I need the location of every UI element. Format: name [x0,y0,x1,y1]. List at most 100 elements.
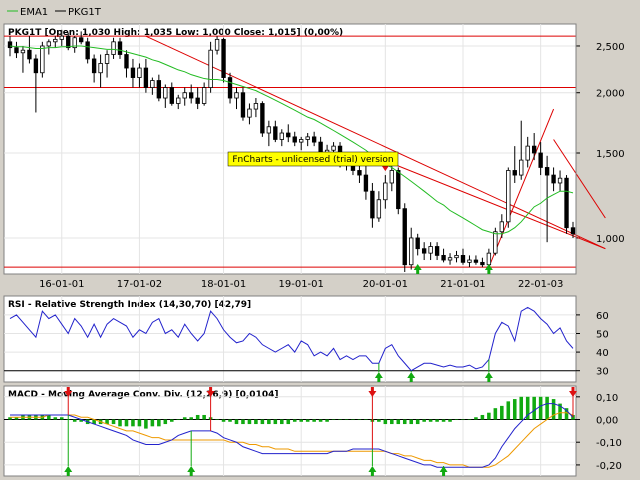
macd-histogram-bar [487,412,491,420]
candle-body [331,145,336,151]
candle-body [402,208,407,266]
candle-body [454,255,459,259]
y-tick-label: 1,000 [596,234,625,245]
candle-body [480,261,485,266]
macd-histogram-bar [234,419,239,425]
x-tick-label: 21-01-01 [440,279,485,290]
macd-histogram-bar [364,419,368,421]
candle-body [544,167,550,176]
macd-histogram-bar [124,419,129,427]
macd-histogram-bar [318,419,323,422]
macd-panel-title: MACD - Moving Average Conv. Div. (12,26,… [8,390,278,400]
rsi-panel-title: RSI - Relative Strength Index (14,30,70)… [8,300,251,310]
candle-body [292,136,297,143]
candle-body [279,132,284,140]
macd-histogram-bar [409,419,413,425]
macd-histogram-bar [241,419,245,425]
macd-histogram-bar [383,419,388,425]
candle-body [85,41,90,60]
candle-body [447,257,453,261]
price-plot-area [3,23,577,275]
macd-histogram-bar [351,419,355,421]
macd-histogram-bar [260,419,265,425]
candle-body [240,92,246,118]
macd-histogram-bar [435,419,439,422]
candle-body [111,41,116,55]
candle-body [201,87,207,104]
macd-histogram-bar [182,417,187,420]
candle-body [79,37,84,43]
candle-body [137,67,142,78]
candle-body [538,152,543,168]
candle-body [499,221,504,233]
rsi-tick-label: 30 [596,367,609,378]
candle-body [467,259,472,263]
rsi-tick-label: 40 [596,348,609,359]
candle-body [253,103,259,110]
macd-histogram-bar [137,419,142,427]
macd-histogram-bar [202,414,206,420]
candle-body [40,45,45,74]
macd-histogram-bar [506,401,511,420]
candle-body [396,170,401,210]
macd-histogram-bar [338,419,342,421]
candle-body [512,170,517,176]
x-tick-label: 19-01-01 [279,279,324,290]
candle-body [247,108,252,118]
macd-histogram-bar [215,419,219,421]
macd-histogram-bar [59,417,64,420]
candle-body [273,126,278,140]
candle-body [506,170,511,223]
macd-histogram-bar [157,419,161,427]
candle-body [473,259,479,263]
x-tick-label: 20-01-01 [363,279,408,290]
macd-histogram-bar [144,419,148,429]
candle-body [376,199,382,219]
macd-histogram-bar [195,414,200,420]
candle-body [221,38,226,78]
macd-histogram-bar [53,417,58,420]
candle-body [163,87,168,99]
macd-histogram-bar [441,419,446,422]
macd-histogram-bar [163,419,168,425]
x-tick-label: 16-01-01 [39,279,84,290]
macd-histogram-bar [538,396,543,420]
macd-histogram-bar [247,419,252,425]
candle-body [409,237,414,266]
candle-body [570,227,576,235]
macd-histogram-bar [150,419,155,427]
candle-body [557,177,563,184]
candle-body [428,246,433,254]
macd-histogram-bar [461,419,465,421]
macd-histogram-bar [390,419,394,425]
trial-watermark: FnCharts - unlicensed (trial) version [227,151,399,167]
macd-tick-label: -0,10 [596,438,622,449]
y-tick-label: 2,500 [596,42,625,53]
macd-histogram-bar [305,419,310,422]
macd-histogram-bar [500,405,504,420]
price-panel: PKG1T [Open: 1,030 High: 1,035 Low: 1,00… [3,23,577,275]
candle-body [370,190,375,219]
macd-histogram-bar [312,419,316,422]
stock-chart: EMA1 PKG1T PKG1T [Open: 1,030 High: 1,03… [0,0,640,480]
legend-ema-label: EMA1 [20,7,48,18]
candle-body [27,49,32,60]
candle-body [176,97,181,104]
candle-body [14,47,19,54]
macd-histogram-bar [286,419,291,425]
macd-histogram-bar [325,419,329,422]
macd-histogram-bar [545,396,549,420]
macd-histogram-bar [228,419,232,422]
candle-body [7,41,13,49]
candle-body [415,237,420,250]
macd-histogram-bar [493,408,498,420]
candle-body [493,231,498,254]
candle-body [531,145,537,154]
x-tick-label: 18-01-01 [201,279,246,290]
y-tick-label: 1,500 [596,149,625,160]
macd-histogram-bar [111,419,116,425]
macd-histogram-bar [512,399,517,420]
candle-body [195,97,200,104]
macd-histogram-bar [396,419,401,425]
rsi-panel: RSI - Relative Strength Index (14,30,70)… [3,295,577,383]
